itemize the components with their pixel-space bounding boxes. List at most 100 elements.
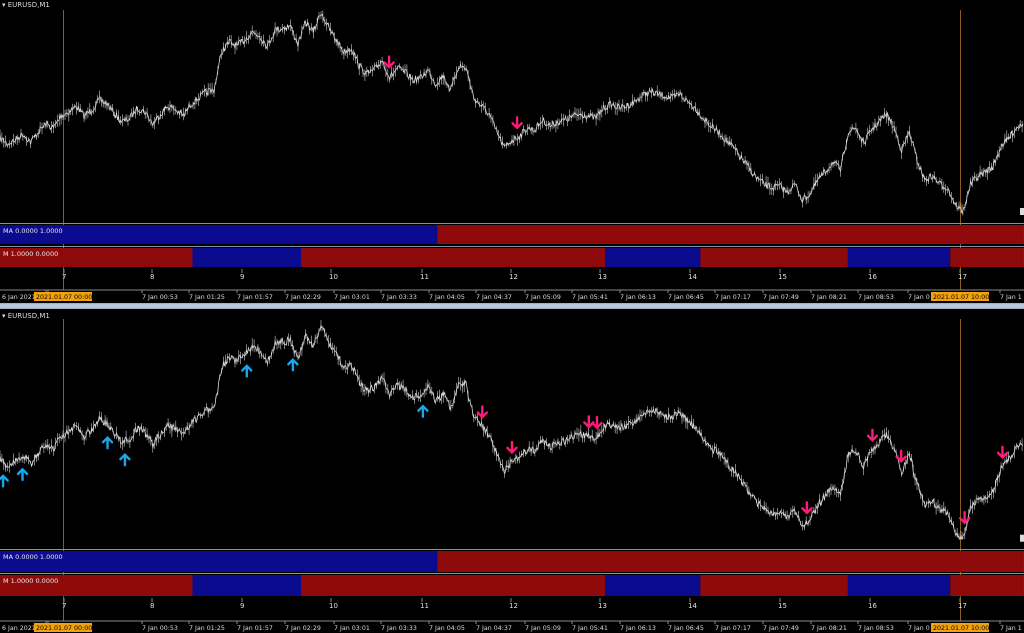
crosshair-time-label: 2021.01.07 00:00: [36, 625, 92, 632]
day-number-label: 11: [420, 602, 429, 610]
day-number-label: 7: [62, 602, 66, 610]
time-axis-label: 7 Jan 03:33: [381, 625, 417, 632]
day-number-label: 15: [778, 273, 787, 281]
time-axis-label: 7 Jan 06:45: [668, 294, 704, 301]
top-price-chart[interactable]: MA 0.0000 1.0000 M 1.0000 0.0000 7 8 9 10 11 12…: [0, 0, 1024, 303]
time-axis-label: 7 Jan 07:49: [763, 625, 799, 632]
time-axis-label: 7 Jan 05:09: [525, 625, 561, 632]
day-number-label: 15: [778, 602, 787, 610]
price-line: [0, 324, 1024, 541]
m-histogram-blue: [192, 248, 302, 267]
time-axis-label: 7 Jan 08:53: [858, 294, 894, 301]
day-number-label: 9: [240, 273, 244, 281]
time-axis-label: 7 Jan 00:53: [142, 294, 178, 301]
sell-arrow-icon: [511, 116, 523, 130]
time-axis-label: 7 Jan 02:29: [285, 294, 321, 301]
bottom-chart-window[interactable]: MA 0.0000 1.0000 M 1.0000 0.0000 7 8 9 10 11 12…: [0, 309, 1024, 633]
ma-histogram-blue: [0, 225, 438, 244]
time-axis-label: 7 Jan 06:45: [668, 625, 704, 632]
m-histogram-red: [301, 575, 606, 596]
bottom-chart-title: ▾ EURUSD,M1: [2, 312, 50, 320]
m-histogram-blue: [847, 248, 951, 267]
day-number-label: 8: [150, 602, 154, 610]
time-axis-label: 7 Jan 08:21: [811, 294, 847, 301]
time-axis-label: 7 Jan 03:01: [334, 294, 370, 301]
time-axis-label: 6 Jan 2021: [2, 625, 36, 632]
sell-arrow-icon: [866, 428, 879, 443]
buy-arrow-icon: [16, 467, 29, 482]
m-histogram-red: [301, 248, 606, 267]
time-axis-label: 7 Jan 03:33: [381, 294, 417, 301]
crosshair-time-label: 2021.01.07 00:00: [36, 294, 92, 301]
buy-arrow-icon: [119, 453, 131, 467]
time-axis-label: 7 Jan 00:53: [142, 625, 178, 632]
day-number-label: 7: [62, 273, 66, 281]
time-axis-label: 7 Jan 08:21: [811, 625, 847, 632]
time-axis-label: 7 Jan 04:37: [476, 294, 512, 301]
sell-arrow-icon: [801, 501, 813, 515]
crosshair-time-label: 2021.01.07 10:00: [933, 294, 989, 301]
time-axis-label: 7 Jan 1: [1000, 625, 1022, 632]
time-axis-label: 7 Jan 04:05: [429, 625, 465, 632]
m-histogram-blue: [192, 575, 302, 596]
day-number-label: 16: [868, 602, 877, 610]
ma-histogram-blue: [0, 551, 438, 572]
price-bars: [0, 10, 1023, 216]
time-axis-label: 7 Jan 05:41: [572, 294, 608, 301]
time-axis-label: 7 Jan 08:53: [858, 625, 894, 632]
m-indicator-label: M 1.0000 0.0000: [3, 577, 58, 585]
day-number-label: 12: [509, 273, 518, 281]
m-histogram-red: [950, 248, 1024, 267]
top-chart-window[interactable]: MA 0.0000 1.0000 M 1.0000 0.0000 7 8 9 10 11 12…: [0, 0, 1024, 303]
buy-arrow-icon: [101, 435, 114, 450]
day-number-label: 17: [958, 602, 967, 610]
buy-arrow-icon: [241, 364, 253, 378]
m-histogram-blue: [847, 575, 951, 596]
day-number-label: 13: [598, 273, 607, 281]
day-number-label: 8: [150, 273, 154, 281]
day-number-label: 14: [688, 273, 697, 281]
day-number-label: 11: [420, 273, 429, 281]
ma-indicator-label: MA 0.0000 1.0000: [3, 553, 63, 561]
day-number-label: 17: [958, 273, 967, 281]
ma-indicator-label: MA 0.0000 1.0000: [3, 227, 63, 235]
day-number-label: 16: [868, 273, 877, 281]
day-number-label: 13: [598, 602, 607, 610]
time-axis-label: 7 Jan 07:17: [715, 625, 751, 632]
last-price-marker: [1020, 208, 1024, 215]
sell-arrow-icon: [583, 415, 595, 429]
time-axis-label: 7 Jan 06:13: [620, 625, 656, 632]
time-axis-label: 7 Jan 01:57: [237, 625, 273, 632]
bottom-price-chart[interactable]: MA 0.0000 1.0000 M 1.0000 0.0000 7 8 9 10 11 12…: [0, 309, 1024, 633]
top-symbol-label: EURUSD,M1: [7, 1, 50, 9]
sell-arrow-icon: [476, 405, 489, 419]
day-number-label: 10: [329, 602, 338, 610]
sell-arrow-icon: [996, 445, 1009, 459]
buy-arrow-icon: [0, 474, 9, 488]
sell-arrow-icon: [506, 440, 518, 455]
time-axis-label: 7 Jan 1: [1000, 294, 1022, 301]
time-axis-label: 7 Jan 03:01: [334, 625, 370, 632]
day-number-label: 10: [329, 273, 338, 281]
day-number-label: 14: [688, 602, 697, 610]
day-number-label: 9: [240, 602, 244, 610]
time-axis-label: 7 Jan 01:25: [189, 294, 225, 301]
dropdown-triangle-icon[interactable]: ▾: [2, 312, 6, 320]
time-axis-label: 6 Jan 2021: [2, 294, 36, 301]
top-chart-title: ▾ EURUSD,M1: [2, 1, 50, 9]
time-axis-label: 7 Jan 01:57: [237, 294, 273, 301]
dropdown-triangle-icon[interactable]: ▾: [2, 1, 6, 9]
bottom-symbol-label: EURUSD,M1: [7, 312, 50, 320]
time-axis-label: 7 Jan 0: [908, 625, 930, 632]
time-axis-label: 7 Jan 02:29: [285, 625, 321, 632]
price-bars: [0, 319, 1023, 540]
m-indicator-label: M 1.0000 0.0000: [3, 250, 58, 258]
time-axis-label: 7 Jan 05:41: [572, 625, 608, 632]
time-axis-label: 7 Jan 07:49: [763, 294, 799, 301]
buy-arrow-icon: [287, 358, 299, 372]
time-axis-label: 7 Jan 06:13: [620, 294, 656, 301]
last-price-marker: [1020, 534, 1024, 542]
time-axis-label: 7 Jan 07:17: [715, 294, 751, 301]
time-axis-label: 7 Jan 04:37: [476, 625, 512, 632]
m-histogram-red: [950, 575, 1024, 596]
